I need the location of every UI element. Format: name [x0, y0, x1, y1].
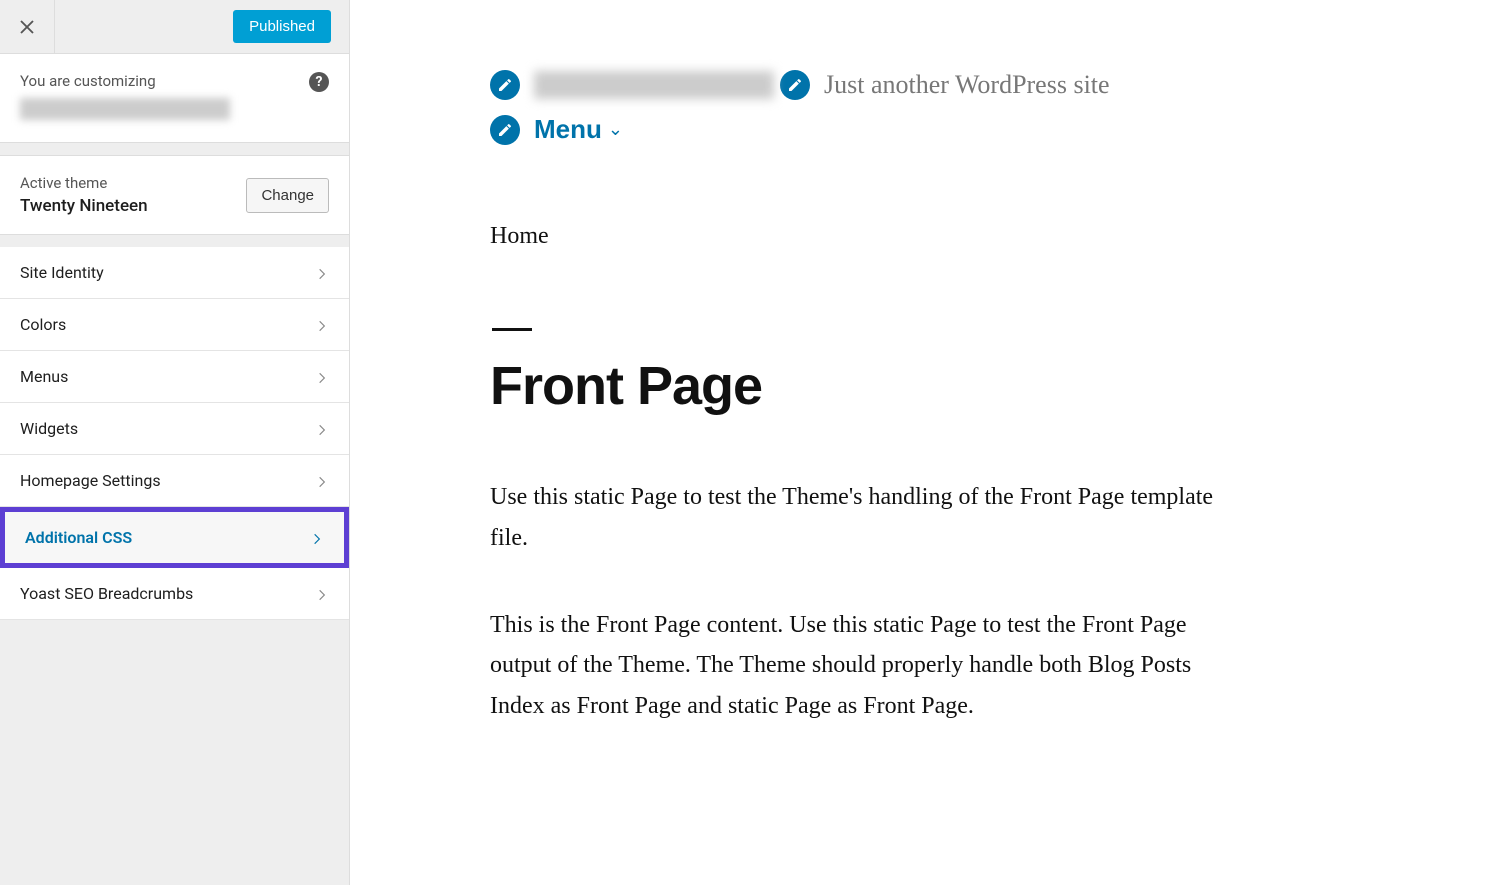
customizer-menu-list: Site Identity Colors Menus Widgets Homep… [0, 247, 349, 620]
site-title-blurred [534, 71, 774, 99]
menu-item-label: Widgets [20, 419, 78, 438]
menu-item-label: Additional CSS [25, 528, 132, 547]
pencil-icon [497, 122, 513, 138]
preview-pane: Just another WordPress site Menu ⌄ Home … [350, 0, 1500, 885]
pencil-icon [497, 77, 513, 93]
menu-item-additional-css[interactable]: Additional CSS [0, 507, 349, 568]
chevron-right-icon [310, 531, 324, 545]
menu-item-label: Homepage Settings [20, 471, 161, 490]
customizing-section: You are customizing ? [0, 53, 349, 143]
content-paragraph: Use this static Page to test the Theme's… [490, 477, 1230, 559]
sidebar-header: Published [0, 0, 349, 53]
menu-item-yoast-breadcrumbs[interactable]: Yoast SEO Breadcrumbs [0, 568, 349, 620]
chevron-right-icon [315, 587, 329, 601]
chevron-right-icon [315, 266, 329, 280]
page-title: Front Page [490, 355, 1440, 417]
menu-toggle-label[interactable]: Menu [534, 114, 602, 145]
menu-item-homepage-settings[interactable]: Homepage Settings [0, 455, 349, 507]
edit-menu-button[interactable] [490, 115, 520, 145]
menu-item-site-identity[interactable]: Site Identity [0, 247, 349, 299]
primary-menu-row: Menu ⌄ [490, 114, 1440, 145]
close-button[interactable] [0, 0, 55, 53]
chevron-right-icon [315, 318, 329, 332]
content-paragraph: This is the Front Page content. Use this… [490, 605, 1230, 727]
menu-item-widgets[interactable]: Widgets [0, 403, 349, 455]
menu-item-label: Menus [20, 367, 68, 386]
help-icon[interactable]: ? [309, 72, 329, 92]
title-divider [492, 328, 532, 331]
published-button[interactable]: Published [233, 10, 331, 43]
chevron-down-icon: ⌄ [608, 119, 623, 140]
menu-item-label: Site Identity [20, 263, 104, 282]
menu-item-label: Yoast SEO Breadcrumbs [20, 584, 193, 603]
chevron-right-icon [315, 422, 329, 436]
site-header-row: Just another WordPress site [490, 70, 1440, 100]
change-theme-button[interactable]: Change [246, 178, 329, 213]
active-theme-section: Active theme Twenty Nineteen Change [0, 155, 349, 235]
menu-item-menus[interactable]: Menus [0, 351, 349, 403]
active-theme-label: Active theme [20, 174, 148, 192]
site-name-blurred [20, 98, 230, 120]
active-theme-name: Twenty Nineteen [20, 196, 148, 216]
menu-item-colors[interactable]: Colors [0, 299, 349, 351]
customizer-sidebar: Published You are customizing ? Active t… [0, 0, 350, 885]
menu-item-label: Colors [20, 315, 66, 334]
customizing-label: You are customizing [20, 72, 230, 90]
edit-site-title-button[interactable] [490, 70, 520, 100]
chevron-right-icon [315, 370, 329, 384]
site-tagline: Just another WordPress site [824, 70, 1110, 100]
close-icon [18, 18, 36, 36]
edit-tagline-button[interactable] [780, 70, 810, 100]
pencil-icon [787, 77, 803, 93]
chevron-right-icon [315, 474, 329, 488]
breadcrumb-home[interactable]: Home [490, 223, 1440, 250]
